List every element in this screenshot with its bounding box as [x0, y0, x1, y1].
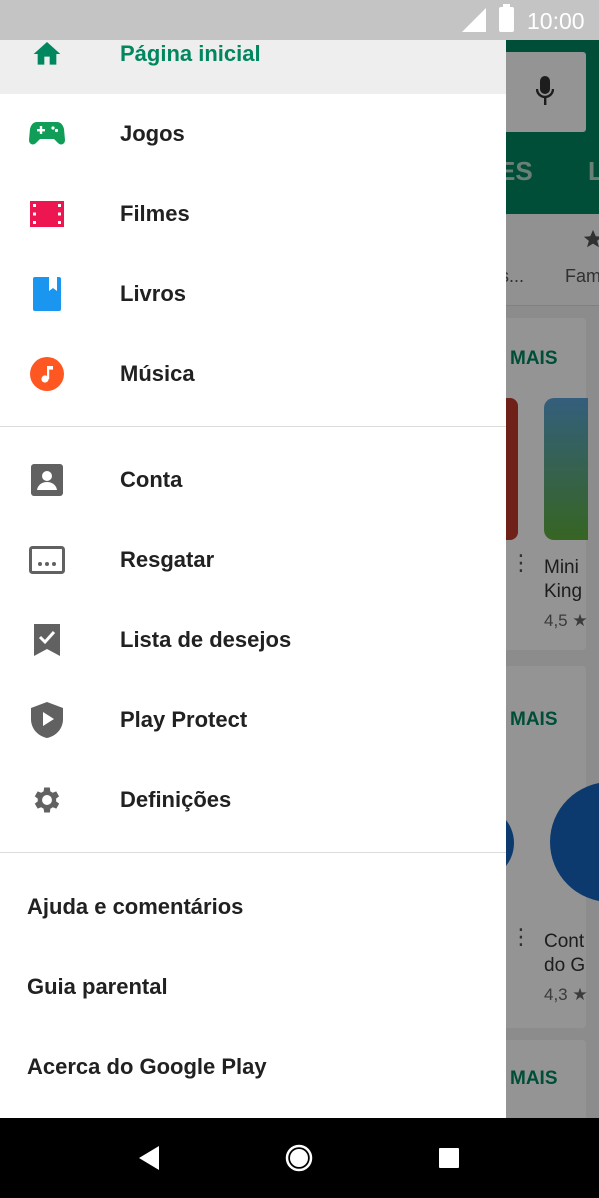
- back-button[interactable]: [110, 1118, 190, 1198]
- home-icon: [29, 40, 65, 72]
- redeem-icon: [29, 542, 65, 578]
- battery-icon: [499, 4, 514, 32]
- drawer-item-account[interactable]: Conta: [0, 440, 506, 520]
- drawer-item-label: Página inicial: [120, 41, 261, 66]
- drawer-item-home[interactable]: Página inicial: [0, 40, 506, 94]
- gamepad-icon: [29, 116, 65, 152]
- gear-icon: [29, 782, 65, 818]
- drawer-item-movies[interactable]: Filmes: [0, 174, 506, 254]
- home-circle-icon: [285, 1144, 313, 1172]
- drawer-item-redeem[interactable]: Resgatar: [0, 520, 506, 600]
- home-button[interactable]: [259, 1118, 339, 1198]
- drawer-item-help-feedback[interactable]: Ajuda e comentários: [27, 894, 243, 920]
- status-bar: 10:00: [0, 0, 599, 40]
- drawer-item-label: Jogos: [120, 121, 185, 146]
- drawer-item-label: Resgatar: [120, 547, 215, 572]
- drawer-item-label: Definições: [120, 787, 232, 812]
- drawer-item-label: Conta: [120, 467, 183, 492]
- drawer-item-label: Play Protect: [120, 707, 248, 732]
- drawer-item-play-protect[interactable]: Play Protect: [0, 680, 506, 760]
- book-icon: [29, 276, 65, 312]
- drawer-item-music[interactable]: Música: [0, 334, 506, 414]
- shield-play-icon: [29, 702, 65, 738]
- navigation-drawer: Página inicial Jogos Filmes Livros Músic…: [0, 40, 506, 1118]
- account-icon: [29, 462, 65, 498]
- recents-icon: [439, 1148, 459, 1168]
- back-icon: [139, 1146, 159, 1170]
- signal-icon: [462, 8, 486, 32]
- drawer-item-label: Filmes: [120, 201, 190, 226]
- drawer-item-wishlist[interactable]: Lista de desejos: [0, 600, 506, 680]
- drawer-item-label: Livros: [120, 281, 187, 306]
- recents-button[interactable]: [409, 1118, 489, 1198]
- drawer-item-books[interactable]: Livros: [0, 254, 506, 334]
- music-icon: [29, 356, 65, 392]
- film-icon: [29, 196, 65, 232]
- drawer-item-settings[interactable]: Definições: [0, 760, 506, 840]
- drawer-item-about[interactable]: Acerca do Google Play: [27, 1054, 267, 1080]
- drawer-divider: [0, 852, 506, 853]
- drawer-item-label: Lista de desejos: [120, 627, 292, 652]
- system-navigation-bar: [0, 1118, 599, 1198]
- status-time: 10:00: [527, 8, 585, 34]
- drawer-item-label: Música: [120, 361, 195, 386]
- drawer-item-games[interactable]: Jogos: [0, 94, 506, 174]
- wishlist-icon: [29, 622, 65, 658]
- drawer-item-parental-guide[interactable]: Guia parental: [27, 974, 168, 1000]
- drawer-divider: [0, 426, 506, 427]
